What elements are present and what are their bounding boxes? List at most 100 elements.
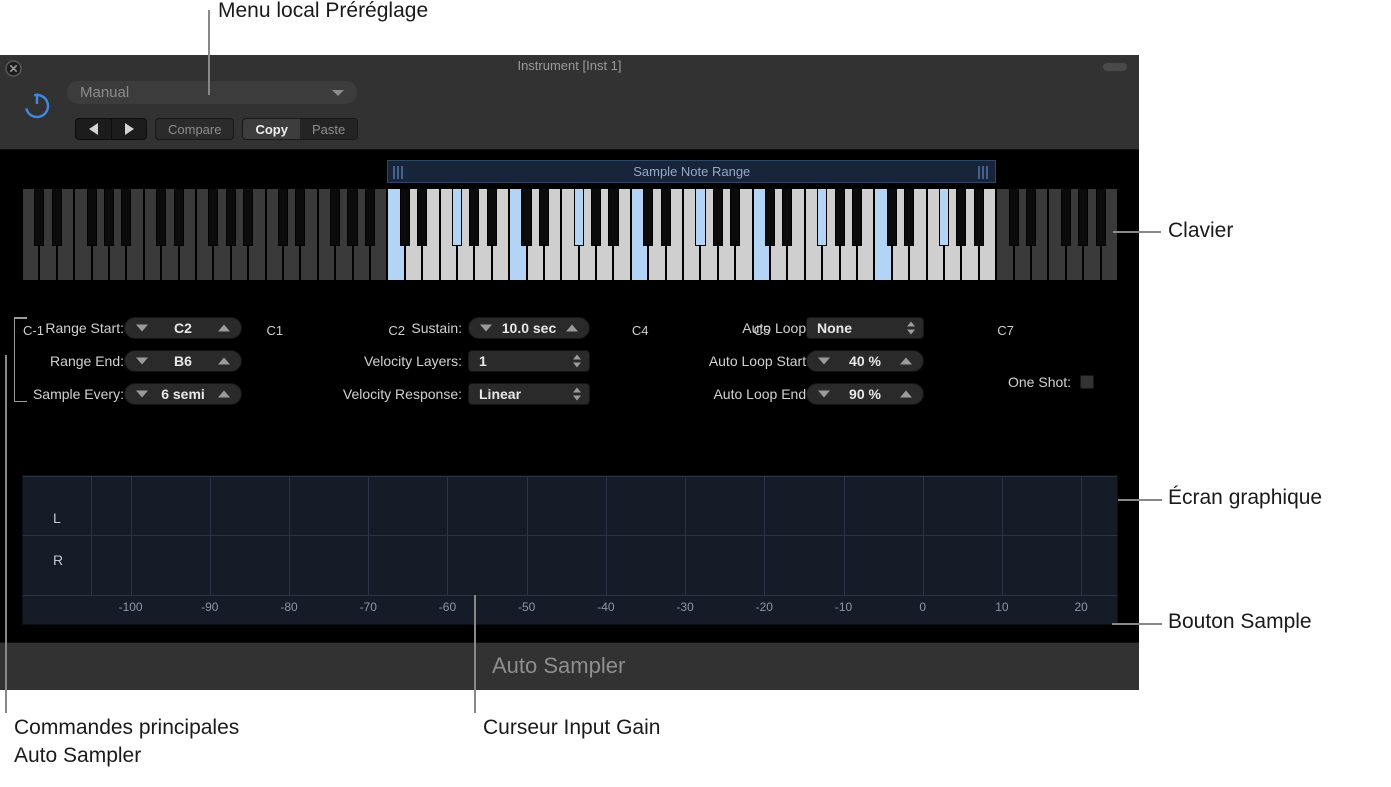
graphic-display[interactable]: L R -100-90-80-70-60-50-40-30-20-1001020 (22, 475, 1118, 625)
previous-preset-button[interactable] (76, 119, 111, 139)
piano-black-key[interactable] (1096, 188, 1106, 246)
decrement-arrow-icon[interactable] (480, 325, 492, 332)
increment-arrow-icon[interactable] (218, 391, 230, 398)
preset-menu[interactable]: Manual (67, 81, 357, 104)
preset-nav-group (75, 118, 147, 140)
stepper-arrows-icon[interactable] (573, 355, 581, 368)
leader-line (1113, 231, 1161, 233)
control-field[interactable]: 90 % (806, 383, 924, 405)
grid-line-horizontal (23, 595, 1117, 596)
piano-black-key[interactable] (730, 188, 740, 246)
piano-black-key[interactable] (713, 188, 723, 246)
control-field[interactable]: 40 % (806, 350, 924, 372)
compare-button[interactable]: Compare (155, 118, 234, 140)
piano-black-key[interactable] (852, 188, 862, 246)
piano-black-key[interactable] (643, 188, 653, 246)
piano-black-key[interactable] (347, 188, 357, 246)
piano-black-key[interactable] (904, 188, 914, 246)
piano-black-key[interactable] (539, 188, 549, 246)
piano-black-key[interactable] (887, 188, 897, 246)
grid-line-vertical (368, 476, 369, 596)
piano-black-key[interactable] (400, 188, 410, 246)
control-field[interactable]: B6 (124, 350, 242, 372)
piano-black-key[interactable] (243, 188, 253, 246)
piano-black-key[interactable] (521, 188, 531, 246)
increment-arrow-icon[interactable] (900, 358, 912, 365)
power-icon[interactable] (22, 90, 52, 120)
auto-sampler-window: Instrument [Inst 1] Manual (0, 55, 1139, 690)
piano-black-key[interactable] (34, 188, 44, 246)
piano-black-key[interactable] (365, 188, 375, 246)
sample-note-range-bar[interactable]: Sample Note Range (387, 160, 996, 183)
annotation-main-controls: Commandes principales Auto Sampler (14, 714, 239, 770)
control-field[interactable]: Linear (468, 383, 590, 405)
piano-black-key[interactable] (417, 188, 427, 246)
copy-button[interactable]: Copy (243, 119, 300, 139)
piano-black-key[interactable] (817, 188, 827, 246)
grid-line-vertical (1002, 476, 1003, 596)
control-label: Auto Loop End: (660, 386, 810, 402)
axis-tick-label: -70 (360, 600, 377, 614)
piano-black-key[interactable] (695, 188, 705, 246)
piano-black-key[interactable] (608, 188, 618, 246)
piano-black-key[interactable] (591, 188, 601, 246)
increment-arrow-icon[interactable] (218, 358, 230, 365)
paste-button[interactable]: Paste (300, 119, 357, 139)
piano-black-key[interactable] (52, 188, 62, 246)
one-shot-checkbox[interactable] (1080, 375, 1094, 389)
piano-black-key[interactable] (208, 188, 218, 246)
leader-line (474, 595, 476, 713)
control-value: C2 (174, 320, 192, 336)
decrement-arrow-icon[interactable] (136, 358, 148, 365)
piano-black-key[interactable] (974, 188, 984, 246)
piano-black-key[interactable] (452, 188, 462, 246)
piano-black-key[interactable] (330, 188, 340, 246)
control-field[interactable]: C2 (124, 317, 242, 339)
piano-black-key[interactable] (1061, 188, 1071, 246)
piano-black-key[interactable] (121, 188, 131, 246)
minimize-icon[interactable] (1103, 63, 1127, 71)
piano-black-key[interactable] (174, 188, 184, 246)
piano-black-key[interactable] (87, 188, 97, 246)
piano-black-key[interactable] (956, 188, 966, 246)
control-label: Sample Every: (30, 386, 124, 402)
piano-black-key[interactable] (1026, 188, 1036, 246)
piano-black-key[interactable] (278, 188, 288, 246)
decrement-arrow-icon[interactable] (818, 358, 830, 365)
piano-black-key[interactable] (1009, 188, 1019, 246)
decrement-arrow-icon[interactable] (136, 391, 148, 398)
piano-keyboard[interactable]: C-1C0C1C2C3C4C5C6C7 (22, 188, 1118, 281)
piano-black-key[interactable] (469, 188, 479, 246)
piano-black-key[interactable] (156, 188, 166, 246)
increment-arrow-icon[interactable] (566, 325, 578, 332)
drag-grip-icon[interactable] (978, 166, 990, 179)
control-field[interactable]: 1 (468, 350, 590, 372)
piano-black-key[interactable] (661, 188, 671, 246)
decrement-arrow-icon[interactable] (818, 391, 830, 398)
piano-black-key[interactable] (574, 188, 584, 246)
axis-tick-label: -100 (119, 600, 143, 614)
next-preset-button[interactable] (111, 119, 146, 139)
piano-black-key[interactable] (939, 188, 949, 246)
preset-menu-value: Manual (80, 84, 129, 101)
piano-black-key[interactable] (295, 188, 305, 246)
piano-black-key[interactable] (104, 188, 114, 246)
control-label: Range End: (30, 353, 124, 369)
piano-black-key[interactable] (782, 188, 792, 246)
piano-black-key[interactable] (226, 188, 236, 246)
stepper-arrows-icon[interactable] (573, 388, 581, 401)
piano-black-key[interactable] (835, 188, 845, 246)
stepper-arrows-icon[interactable] (907, 322, 915, 335)
decrement-arrow-icon[interactable] (136, 325, 148, 332)
control-field[interactable]: None (806, 317, 924, 339)
control-field[interactable]: 6 semi (124, 383, 242, 405)
increment-arrow-icon[interactable] (218, 325, 230, 332)
header-button-row: Compare Copy Paste (75, 118, 358, 140)
control-field[interactable]: 10.0 sec (468, 317, 590, 339)
grid-line-horizontal (23, 476, 1117, 477)
control-value: None (817, 320, 852, 336)
piano-black-key[interactable] (765, 188, 775, 246)
piano-black-key[interactable] (1078, 188, 1088, 246)
piano-black-key[interactable] (487, 188, 497, 246)
increment-arrow-icon[interactable] (900, 391, 912, 398)
